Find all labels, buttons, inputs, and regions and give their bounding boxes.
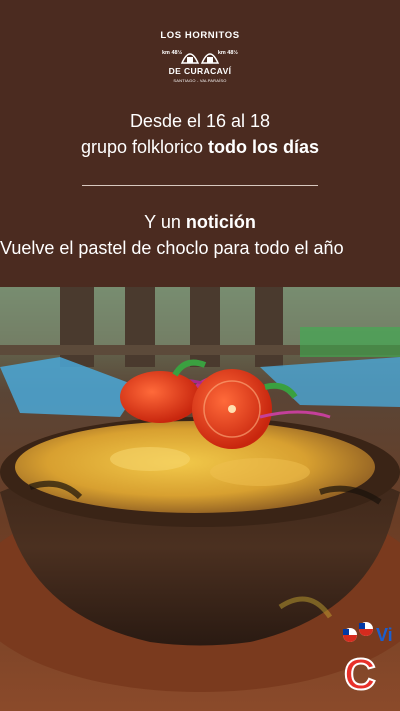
news-heading: Y un notición (144, 212, 256, 232)
divider (82, 185, 318, 186)
folklore-text: grupo folklorico todo los días (80, 137, 320, 157)
km-right-label: km 48½ (217, 50, 238, 56)
chile-flag-icon (359, 622, 373, 636)
logo-tagline: SANTIAGO - VALPARAÍSO (173, 78, 227, 83)
logo-title: LOS HORNITOS (160, 30, 240, 41)
food-photo: Vi C (0, 287, 400, 711)
badge-text: Vi (376, 625, 393, 645)
chile-flag-icon (343, 628, 357, 642)
date-range-text: Desde el 16 al 18 (129, 111, 271, 131)
brand-logo: LOS HORNITOS km 48½ km 48½ DE CURACAVÍ S… (160, 28, 240, 98)
patriotic-badge: Vi C (340, 621, 400, 700)
news-text: Vuelve el pastel de choclo para todo el … (0, 238, 344, 258)
hornitos-icon (180, 53, 220, 64)
logo-subtitle: DE CURACAVÍ (168, 66, 232, 76)
header-panel: LOS HORNITOS km 48½ km 48½ DE CURACAVÍ S… (0, 0, 400, 287)
svg-text:C: C (344, 650, 376, 691)
